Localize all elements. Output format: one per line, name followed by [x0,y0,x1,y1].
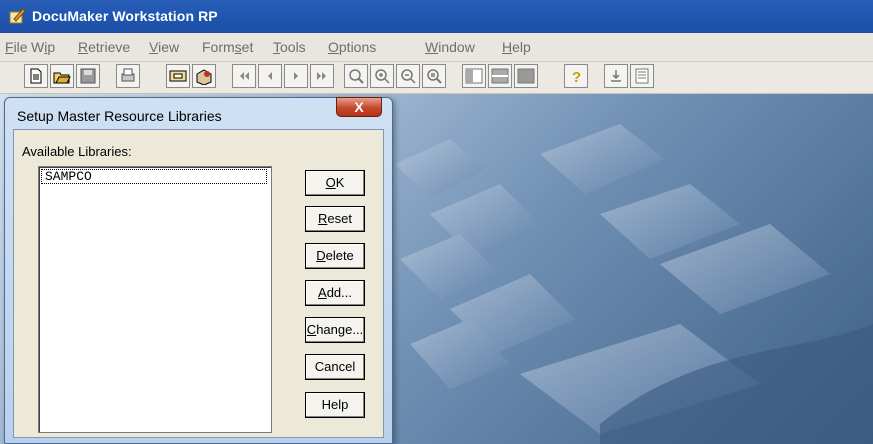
help-button[interactable]: Help [305,392,365,418]
menu-tools[interactable]: Tools [273,39,306,55]
menu-view[interactable]: View [149,39,179,55]
menu-file[interactable]: File [5,39,28,55]
new-icon[interactable] [24,64,48,88]
available-libraries-label: Available Libraries: [22,144,132,159]
menu-help[interactable]: Help [502,39,531,55]
cancel-button[interactable]: Cancel [305,354,365,380]
zoom-out-icon[interactable] [396,64,420,88]
app-icon [9,8,26,24]
next-page-icon[interactable] [284,64,308,88]
menu-retrieve[interactable]: Retrieve [78,39,130,55]
add-button[interactable]: Add... [305,280,365,306]
reset-button[interactable]: Reset [305,206,365,232]
open-icon[interactable] [50,64,74,88]
change-button[interactable]: Change... [305,317,365,343]
delete-button[interactable]: Delete [305,243,365,269]
properties-icon[interactable] [630,64,654,88]
dialog-body: Available Libraries: SAMPCO OK Reset Del… [13,129,384,438]
help-icon[interactable]: ? [564,64,588,88]
layout-full-icon[interactable] [514,64,538,88]
image-icon[interactable] [166,64,190,88]
menu-wip[interactable]: Wip [31,39,55,55]
print-icon[interactable] [116,64,140,88]
download-icon[interactable] [604,64,628,88]
svg-text:?: ? [572,69,581,85]
menu-bar: File Wip Retrieve View Formset Tools Opt… [0,33,873,62]
dialog-title: Setup Master Resource Libraries [17,108,222,124]
close-button[interactable]: X [336,97,382,117]
save-icon[interactable] [76,64,100,88]
layout-left-icon[interactable] [462,64,486,88]
menu-window[interactable]: Window [425,39,475,55]
window-title: DocuMaker Workstation RP [32,8,218,24]
zoom-icon[interactable] [344,64,368,88]
last-page-icon[interactable] [310,64,334,88]
zoom-in-icon[interactable] [370,64,394,88]
menu-options[interactable]: Options [328,39,376,55]
title-bar: DocuMaker Workstation RP [0,0,873,33]
list-item[interactable]: SAMPCO [41,169,267,184]
zoom-fit-icon[interactable] [422,64,446,88]
close-icon: X [354,99,364,115]
menu-formset[interactable]: Formset [202,39,253,55]
import-icon[interactable] [192,64,216,88]
toolbar: ? [0,62,873,94]
ok-button[interactable]: OK [305,170,365,196]
setup-master-resource-libraries-dialog: Setup Master Resource Libraries X Availa… [4,97,393,444]
libraries-listbox[interactable]: SAMPCO [38,166,272,433]
layout-split-icon[interactable] [488,64,512,88]
previous-page-icon[interactable] [258,64,282,88]
first-page-icon[interactable] [232,64,256,88]
